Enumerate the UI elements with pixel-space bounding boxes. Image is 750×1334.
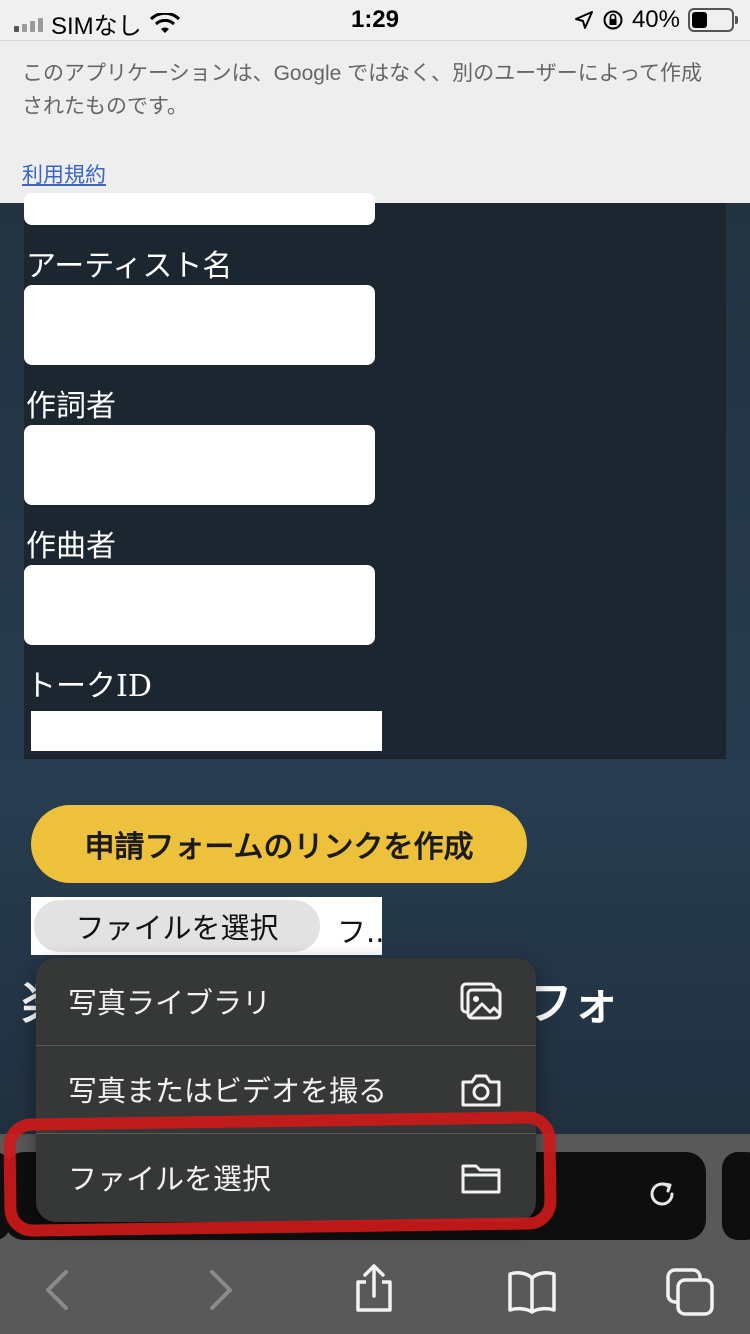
talk-id-label: トークID <box>26 669 152 704</box>
choose-file-button[interactable]: ファイルを選択 <box>34 900 320 952</box>
status-right: 40% <box>574 6 738 34</box>
reload-icon[interactable] <box>644 1176 680 1212</box>
menu-item-photo-library[interactable]: 写真ライブラリ <box>36 958 536 1046</box>
artist-name-field[interactable] <box>24 285 375 365</box>
tabs-icon[interactable] <box>664 1266 716 1318</box>
composer-field[interactable] <box>24 565 375 645</box>
notice-text: このアプリケーションは、Google ではなく、別のユーザーによって作成されたも… <box>22 62 703 118</box>
create-form-link-button[interactable]: 申請フォームのリンクを作成 <box>31 805 527 883</box>
menu-item-label: 写真またはビデオを撮る <box>68 1074 388 1108</box>
location-icon <box>574 11 593 29</box>
forward-icon[interactable] <box>194 1264 246 1316</box>
battery-percent: 40% <box>631 6 680 33</box>
camera-icon <box>461 1074 501 1107</box>
back-icon[interactable] <box>32 1264 84 1316</box>
battery-fill <box>692 12 708 28</box>
rotation-lock-icon <box>603 10 623 30</box>
terms-link[interactable]: 利用規約 <box>22 159 106 189</box>
notice-banner: このアプリケーションは、Google ではなく、別のユーザーによって作成されたも… <box>0 40 750 203</box>
menu-item-label: 写真ライブラリ <box>68 986 272 1020</box>
talk-id-field[interactable] <box>31 711 382 751</box>
photo-library-icon <box>460 982 502 1020</box>
status-bar: SIMなし 1:29 40% <box>0 0 750 40</box>
form-panel: アーティスト名 作詞者 作曲者 トークID <box>24 193 726 759</box>
composer-label: 作曲者 <box>26 529 116 564</box>
bookmarks-icon[interactable] <box>506 1266 558 1318</box>
previous-text-field[interactable] <box>24 193 375 225</box>
file-status: フ.. <box>337 915 385 949</box>
artist-name-label: アーティスト名 <box>26 249 233 284</box>
lyricist-field[interactable] <box>24 425 375 505</box>
file-input[interactable]: ファイルを選択 フ.. <box>31 897 385 955</box>
next-tab-peek[interactable] <box>722 1152 750 1240</box>
annotation-highlight <box>3 1111 557 1237</box>
battery-icon <box>688 8 738 32</box>
share-icon[interactable] <box>348 1262 400 1314</box>
lyricist-label: 作詞者 <box>26 389 116 424</box>
